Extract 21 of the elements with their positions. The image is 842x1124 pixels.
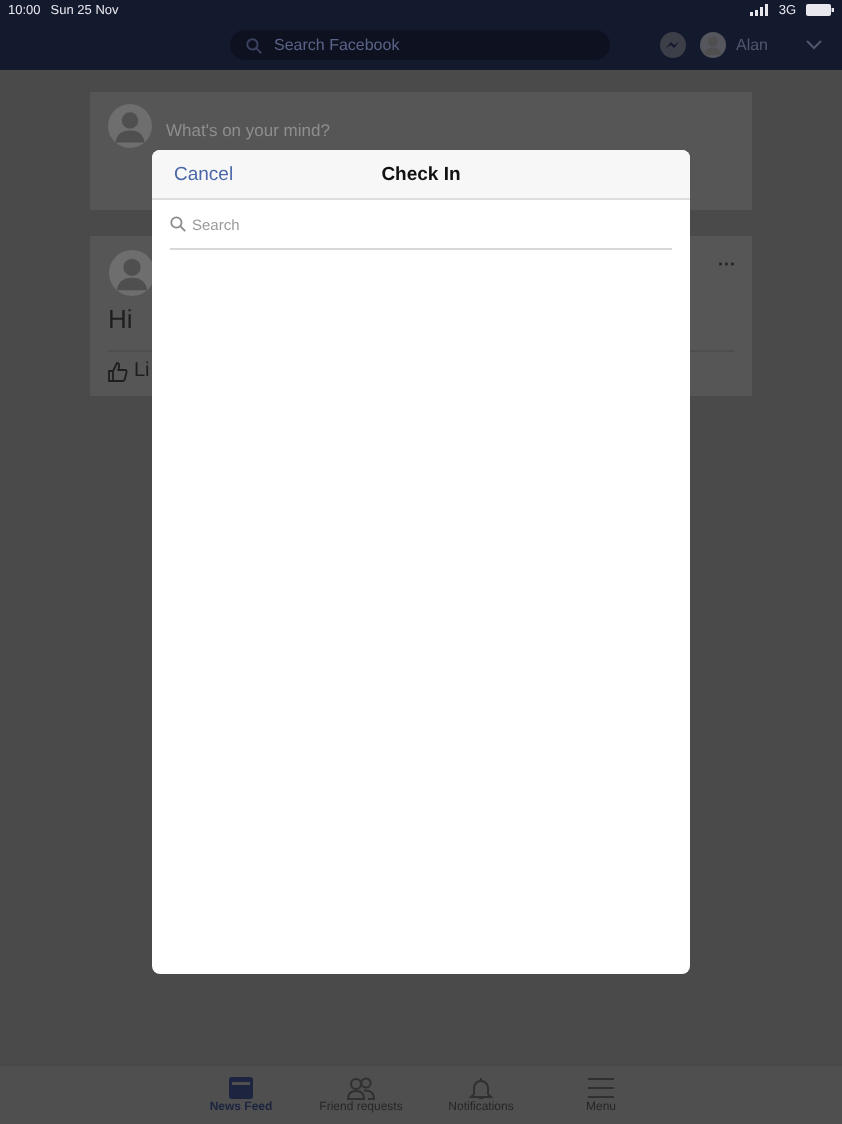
search-icon <box>170 216 186 232</box>
chevron-down-icon[interactable] <box>806 40 822 50</box>
people-icon <box>346 1076 376 1100</box>
post-text: Hi <box>108 304 135 334</box>
composer-avatar <box>108 104 152 148</box>
cancel-button[interactable]: Cancel <box>174 163 234 185</box>
like-button[interactable]: Li <box>134 360 150 382</box>
bell-icon <box>468 1076 494 1100</box>
search-field[interactable]: Search Facebook <box>230 30 610 60</box>
profile-avatar <box>699 32 726 58</box>
thumbs-up-icon <box>108 361 128 381</box>
messenger-icon[interactable] <box>659 32 686 58</box>
search-icon <box>246 37 262 53</box>
dialog-title: Check In <box>381 163 461 185</box>
post-avatar <box>108 250 156 296</box>
user-name[interactable]: Alan <box>735 36 768 54</box>
more-options[interactable]: ··· <box>718 254 736 274</box>
menu-icon <box>588 1076 614 1100</box>
news-feed-icon <box>228 1076 254 1100</box>
signal-icon <box>750 4 769 16</box>
battery-icon <box>806 4 834 16</box>
